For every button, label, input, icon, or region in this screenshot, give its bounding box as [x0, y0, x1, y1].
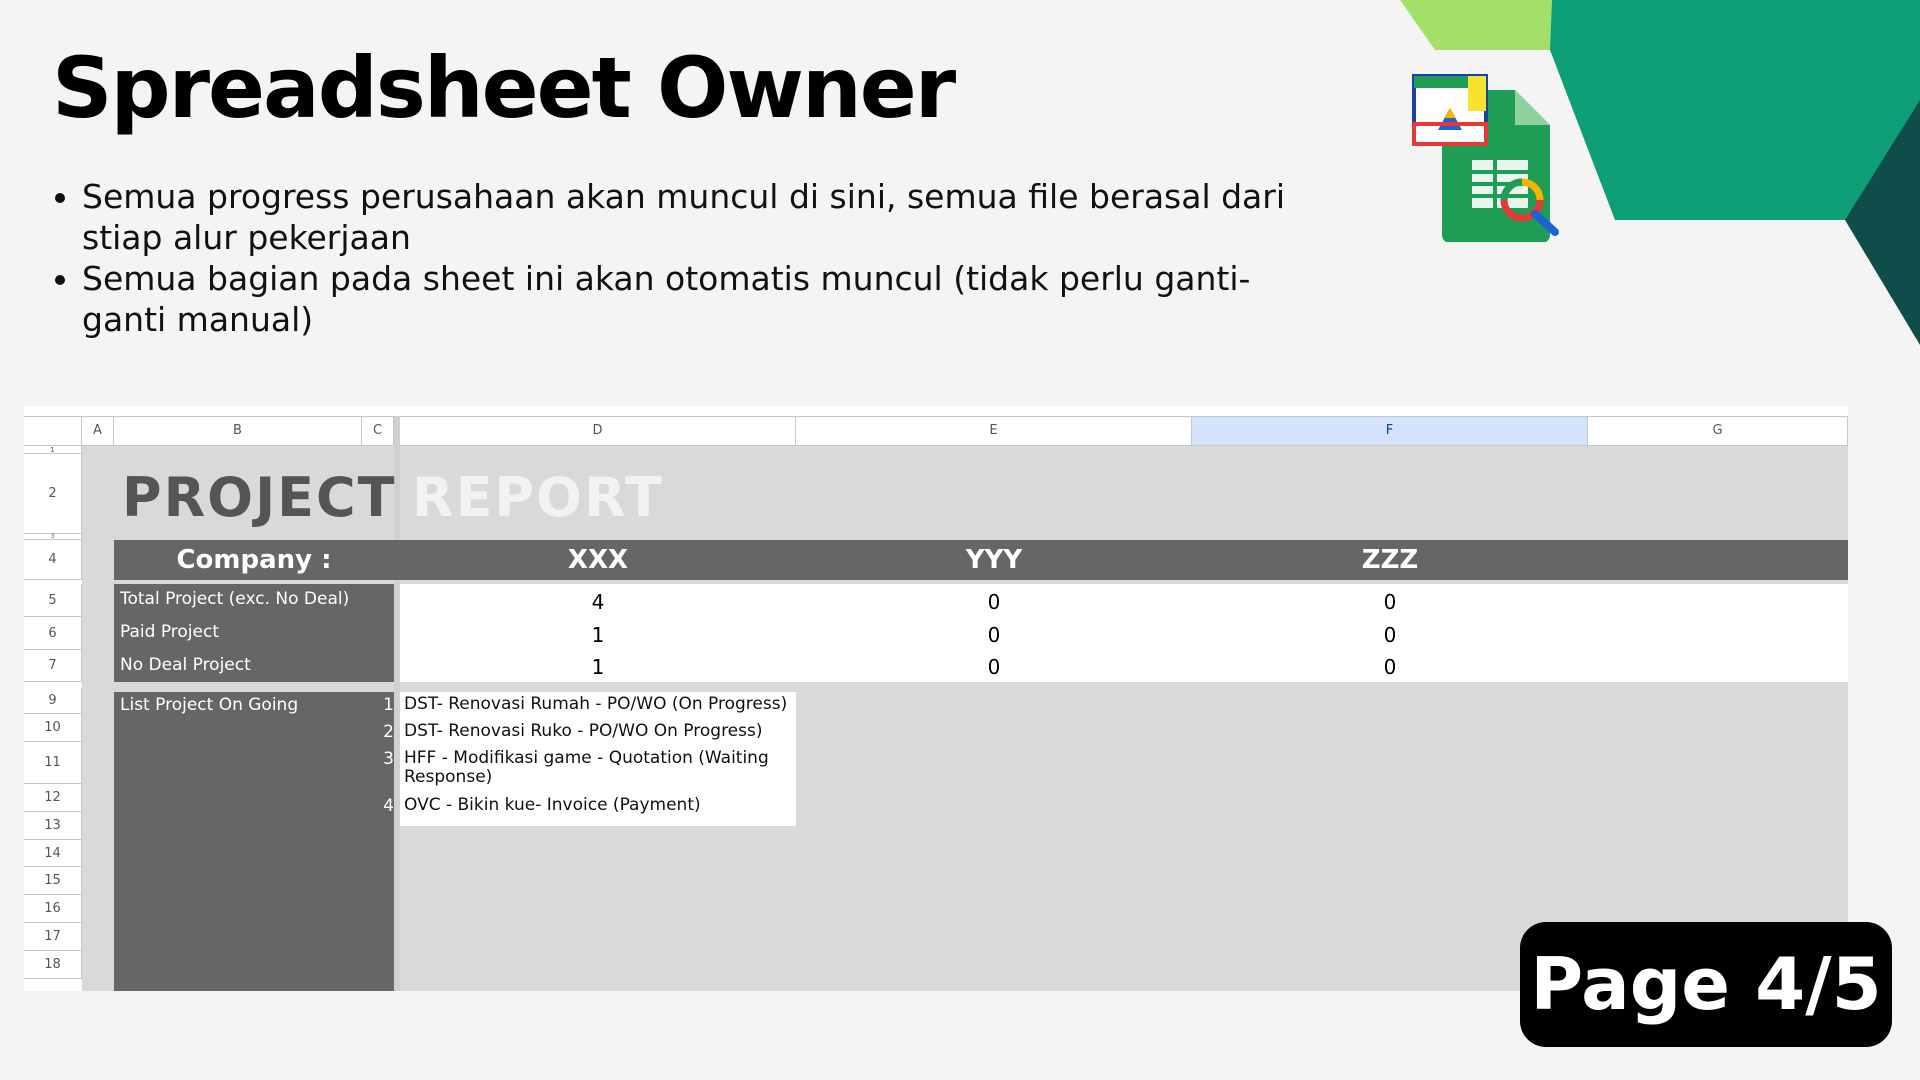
metric-value: 0 — [1383, 655, 1397, 679]
column-header-c: C — [362, 416, 394, 446]
company-header-bar: Company : XXX YYY ZZZ — [114, 540, 1848, 580]
ongoing-number: 2 — [383, 722, 394, 742]
ongoing-item: OVC - Bikin kue- Invoice (Payment) — [404, 795, 701, 815]
row-header: 9 — [24, 688, 82, 714]
column-header-b: B — [114, 416, 362, 446]
ongoing-label: List Project On Going — [120, 695, 299, 715]
company-label: Company : — [176, 545, 332, 575]
column-header-f: F — [1192, 416, 1588, 446]
row-header: 13 — [24, 812, 82, 840]
row-header: 1 — [24, 446, 82, 454]
metric-value: 1 — [591, 623, 605, 647]
row-header: 6 — [24, 617, 82, 650]
spreadsheet-screenshot: A B C D E F G 1 2 3 4 5 6 7 9 10 11 12 1… — [24, 406, 1848, 991]
report-title-report: REPORT — [412, 466, 664, 529]
row-header: 5 — [24, 584, 82, 617]
metric-label: Total Project (exc. No Deal) — [120, 589, 350, 609]
row-header: 15 — [24, 867, 82, 895]
report-title-project: PROJECT — [122, 466, 397, 529]
corner-cell — [24, 416, 82, 446]
row-header: 14 — [24, 840, 82, 867]
row-header: 17 — [24, 923, 82, 951]
ongoing-number: 1 — [383, 695, 394, 715]
metric-value: 0 — [1383, 623, 1397, 647]
metric-value: 4 — [591, 590, 605, 614]
metric-value: 1 — [591, 655, 605, 679]
page-number-badge: Page 4/5 — [1520, 922, 1892, 1047]
metric-label: No Deal Project — [120, 655, 251, 675]
bullet-item: Semua bagian pada sheet ini akan otomati… — [82, 258, 1312, 340]
column-header-a: A — [82, 416, 114, 446]
ongoing-item: DST- Renovasi Ruko - PO/WO On Progress) — [404, 721, 763, 741]
metric-label: Paid Project — [120, 622, 219, 642]
slide-title: Spreadsheet Owner — [52, 39, 956, 137]
row-header: 11 — [24, 742, 82, 784]
bullet-item: Semua progress perusahaan akan muncul di… — [82, 176, 1312, 258]
metric-value: 0 — [1383, 590, 1397, 614]
google-sheets-search-icon — [1412, 74, 1559, 242]
ongoing-item: DST- Renovasi Rumah - PO/WO (On Progress… — [404, 694, 788, 714]
ongoing-number: 3 — [383, 749, 394, 769]
ongoing-item: HFF - Modifikasi game - Quotation (Waiti… — [404, 748, 769, 787]
column-header-d: D — [400, 416, 796, 446]
row-header: 4 — [24, 540, 82, 580]
metric-value: 0 — [987, 590, 1001, 614]
row-header: 7 — [24, 650, 82, 682]
company-name: XXX — [567, 545, 629, 575]
metric-value: 0 — [987, 655, 1001, 679]
ongoing-label-column — [114, 692, 394, 991]
row-header: 18 — [24, 951, 82, 979]
ongoing-number: 4 — [383, 796, 394, 816]
column-header-g: G — [1588, 416, 1848, 446]
bullet-list: Semua progress perusahaan akan muncul di… — [52, 176, 1312, 340]
row-header: 12 — [24, 784, 82, 812]
company-name: YYY — [965, 545, 1023, 575]
row-header: 16 — [24, 895, 82, 923]
column-header-e: E — [796, 416, 1192, 446]
row-header: 10 — [24, 714, 82, 742]
company-name: ZZZ — [1361, 545, 1419, 575]
metric-value: 0 — [987, 623, 1001, 647]
row-header: 2 — [24, 454, 82, 534]
